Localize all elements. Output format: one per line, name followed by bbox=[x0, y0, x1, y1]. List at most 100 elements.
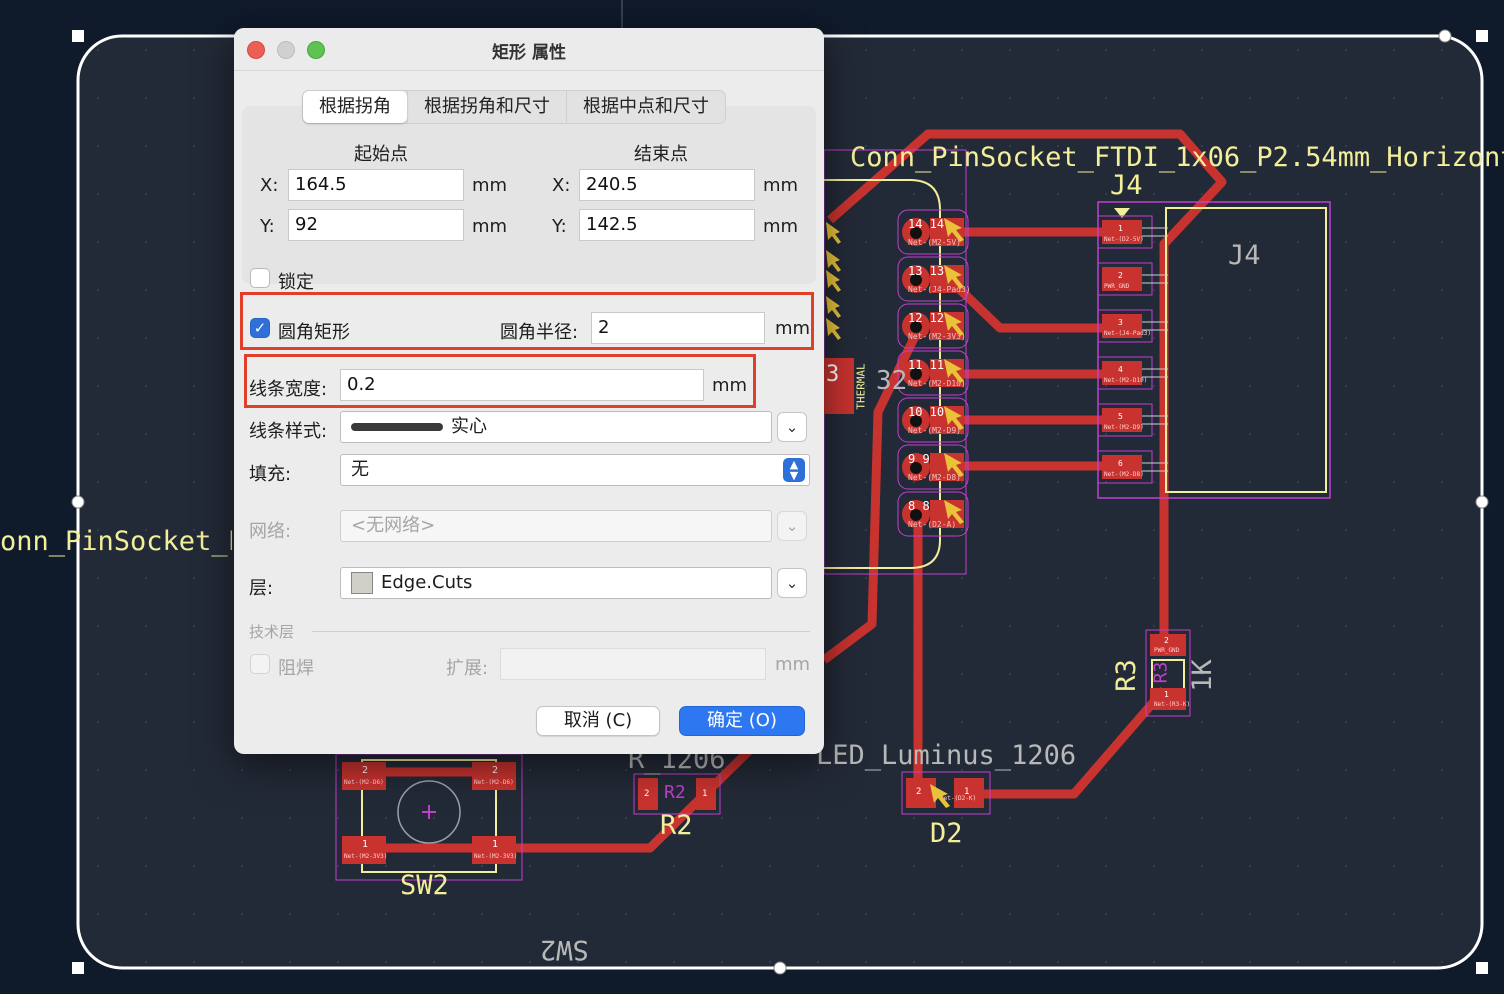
j4-net-label: Net-(M2-D8) bbox=[1104, 471, 1144, 478]
handle-bottom-right[interactable] bbox=[1476, 962, 1488, 974]
dialog-title: 矩形 属性 bbox=[492, 43, 566, 63]
j4-reference: J4 bbox=[1110, 170, 1143, 201]
net-chevron-down-icon: ⌄ bbox=[777, 511, 807, 541]
start-y-input[interactable]: 92 bbox=[288, 209, 464, 241]
handle-mid-right[interactable] bbox=[1475, 495, 1489, 509]
j4-body-label: J4 bbox=[1228, 240, 1261, 271]
r3-value: 1K bbox=[1186, 659, 1218, 692]
j4-pin-number: 1 bbox=[1118, 224, 1123, 233]
lock-label: 锁定 bbox=[278, 272, 314, 293]
header-pin-number: 12 12 bbox=[908, 311, 944, 325]
start-point-heading: 起始点 bbox=[354, 144, 408, 165]
line-style-label: 线条样式: bbox=[249, 421, 328, 442]
rounded-rect-label: 圆角矩形 bbox=[278, 322, 350, 343]
header-net-label: Net-(M2-D8) bbox=[908, 473, 961, 482]
end-x-label: X: bbox=[552, 175, 571, 196]
j4-pin-number: 4 bbox=[1118, 365, 1123, 374]
r3-reference: R3 bbox=[1110, 659, 1142, 692]
j4-net-label: Net-(M2-D10) bbox=[1104, 377, 1147, 384]
start-x-unit: mm bbox=[472, 175, 508, 196]
header-net-label: Net-(M2-3V3) bbox=[908, 332, 966, 341]
rounded-rect-checkbox[interactable]: ✓ bbox=[250, 318, 270, 338]
j4-pin-number: 6 bbox=[1118, 459, 1123, 468]
fill-label: 填充: bbox=[249, 464, 292, 485]
end-point-heading: 结束点 bbox=[634, 144, 688, 165]
tab-by-corner-and-size[interactable]: 根据拐角和尺寸 bbox=[407, 91, 566, 123]
layer-chevron-down-icon[interactable]: ⌄ bbox=[777, 568, 807, 598]
expansion-input bbox=[500, 648, 766, 680]
handle-top-left[interactable] bbox=[72, 30, 84, 42]
end-y-unit: mm bbox=[763, 216, 799, 237]
end-y-label: Y: bbox=[552, 216, 567, 237]
r2-pin-number: 1 bbox=[702, 789, 707, 799]
line-width-label: 线条宽度: bbox=[249, 379, 328, 400]
net-select: <无网络> bbox=[340, 510, 772, 542]
sw2-net-label: Net-(M2-3V3) bbox=[344, 853, 387, 860]
sw2-pad-number: 1 bbox=[492, 839, 498, 850]
solder-mask-label: 阻焊 bbox=[278, 658, 314, 679]
line-style-value: 实心 bbox=[451, 416, 487, 437]
line-style-chevron-down-icon[interactable]: ⌄ bbox=[777, 412, 807, 442]
sw2-mirrored-label: SW2 bbox=[540, 934, 589, 965]
start-y-label: Y: bbox=[260, 216, 275, 237]
header-net-label: Net-(D2-A) bbox=[908, 520, 956, 529]
sw2-net-label: Net-(M2-D6) bbox=[474, 779, 514, 786]
end-x-input[interactable]: 240.5 bbox=[579, 169, 755, 201]
handle-mid-left[interactable] bbox=[71, 495, 85, 509]
sw2-net-label: Net-(M2-3V3) bbox=[474, 853, 517, 860]
thermal-label: THERMAL bbox=[854, 363, 868, 410]
r3-net-label: PWR_GND bbox=[1154, 647, 1180, 654]
sw2-pad-number: 1 bbox=[362, 839, 368, 850]
r3-pin-number: 1 bbox=[1164, 690, 1169, 699]
r3-pad-label: R3 bbox=[1150, 661, 1172, 684]
mode-tabs: 根据拐角 根据拐角和尺寸 根据中点和尺寸 bbox=[302, 90, 726, 124]
handle-bottom-left[interactable] bbox=[72, 962, 84, 974]
j4-pin-number: 3 bbox=[1118, 318, 1123, 327]
r2-reference: R2 bbox=[660, 810, 693, 841]
end-y-input[interactable]: 142.5 bbox=[579, 209, 755, 241]
handle-radius[interactable] bbox=[1438, 29, 1452, 43]
cancel-button[interactable]: 取消 (C) bbox=[536, 706, 660, 736]
header-pin-number: 13 13 bbox=[908, 264, 944, 278]
conn-footprint-label-left: onn_PinSocket_FT bbox=[0, 526, 232, 557]
header-pin-number: 11 11 bbox=[908, 358, 944, 372]
start-x-input[interactable]: 164.5 bbox=[288, 169, 464, 201]
line-width-unit: mm bbox=[712, 375, 748, 396]
sw2-reference: SW2 bbox=[400, 870, 449, 901]
layer-value: Edge.Cuts bbox=[381, 572, 473, 593]
lock-checkbox[interactable] bbox=[250, 268, 270, 288]
fill-value: 无 bbox=[351, 459, 369, 480]
rectangle-properties-dialog: 矩形 属性 根据拐角 根据拐角和尺寸 根据中点和尺寸 起始点 X: 164.5 … bbox=[234, 28, 824, 754]
header-net-label: Net-(M2-D10) bbox=[908, 379, 966, 388]
handle-top-right[interactable] bbox=[1476, 30, 1488, 42]
layer-label: 层: bbox=[249, 578, 274, 599]
header-pin-number: 9 9 bbox=[908, 452, 930, 466]
d2-reference: D2 bbox=[930, 818, 963, 849]
layer-color-swatch bbox=[351, 572, 373, 594]
line-width-input[interactable]: 0.2 bbox=[340, 369, 704, 401]
header-pin-number: 14 14 bbox=[908, 217, 944, 231]
net-label: 网络: bbox=[249, 521, 292, 542]
corner-radius-input[interactable]: 2 bbox=[591, 312, 765, 344]
ok-button[interactable]: 确定 (O) bbox=[679, 706, 805, 736]
layer-select[interactable]: Edge.Cuts bbox=[340, 567, 772, 599]
conn-footprint-label-top: Conn_PinSocket_FTDI_1x06_P2.54mm_Horizon… bbox=[850, 142, 1504, 173]
tab-by-corners[interactable]: 根据拐角 bbox=[303, 91, 407, 123]
line-style-select[interactable]: 实心 bbox=[340, 411, 772, 443]
end-x-unit: mm bbox=[763, 175, 799, 196]
d2-pin-number: 2 bbox=[916, 787, 921, 797]
j4-pin-number: 2 bbox=[1118, 271, 1123, 280]
r3-pin-number: 2 bbox=[1164, 636, 1169, 645]
j4-net-label: PWR_GND bbox=[1104, 283, 1130, 290]
updown-stepper-icon[interactable]: ▲ ▼ bbox=[783, 458, 805, 482]
tab-by-center-and-size[interactable]: 根据中点和尺寸 bbox=[566, 91, 725, 123]
header-net-label: Net-(M2-5V) bbox=[908, 238, 961, 247]
header-pin-number: 8 8 bbox=[908, 499, 930, 513]
corner-radius-label: 圆角半径: bbox=[500, 322, 579, 343]
dialog-titlebar[interactable]: 矩形 属性 bbox=[234, 28, 824, 71]
tech-layer-heading: 技术层 bbox=[249, 623, 295, 641]
sw2-net-label: Net-(M2-D6) bbox=[344, 779, 384, 786]
handle-mid-bottom[interactable] bbox=[773, 961, 787, 975]
j4-net-label: Net-(J4-Pad3) bbox=[1104, 330, 1151, 337]
fill-select[interactable]: 无 ▲ ▼ bbox=[340, 454, 810, 486]
